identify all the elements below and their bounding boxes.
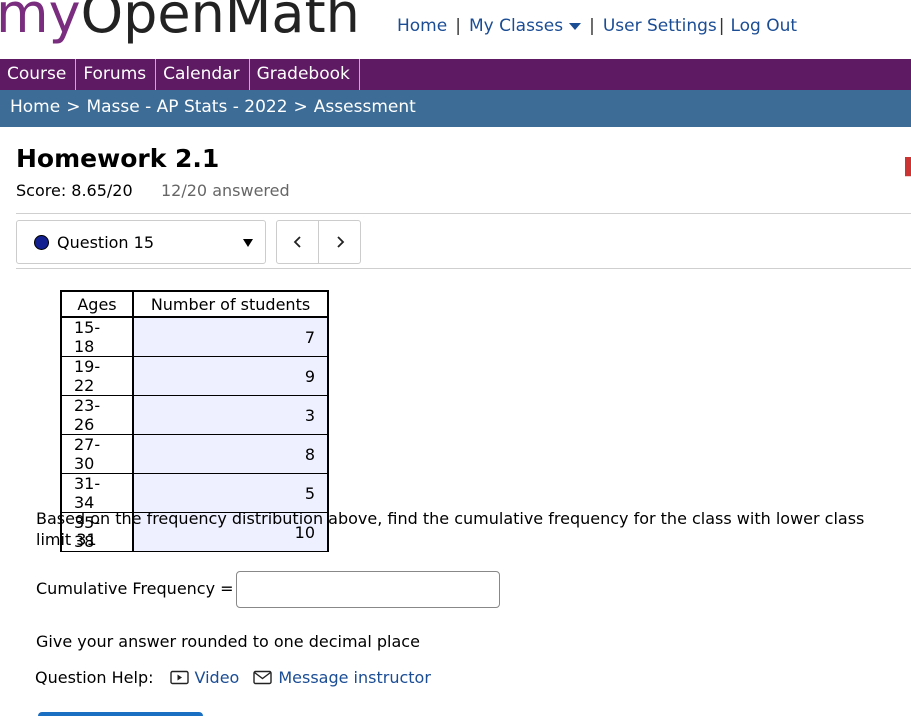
count-cell: 7 [132,316,329,357]
table-row: 31-34 5 [60,473,329,513]
age-cell: 27-30 [60,434,134,474]
breadcrumb-course[interactable]: Masse - AP Stats - 2022 [86,97,287,117]
clipped-edge-text: ▌ [905,157,911,177]
nav-separator: | [589,16,595,36]
table-row: 23-26 3 [60,395,329,435]
video-icon [169,670,189,685]
chevron-down-icon[interactable] [569,22,582,30]
age-cell: 19-22 [60,356,134,396]
breadcrumb-home[interactable]: Home [10,97,60,117]
message-instructor-label: Message instructor [278,668,431,687]
nav-user-settings-link[interactable]: User Settings [603,16,717,36]
nav-separator: | [718,16,725,36]
caret-down-icon [243,239,253,247]
page-title: Homework 2.1 [16,144,220,173]
breadcrumb-separator: > [66,97,81,117]
table-row: 19-22 9 [60,356,329,396]
rounding-note: Give your answer rounded to one decimal … [36,632,420,651]
breadcrumb-current: Assessment [313,97,416,117]
divider [16,268,911,269]
column-header-ages: Ages [60,290,134,318]
tab-calendar[interactable]: Calendar [156,59,250,90]
nav-log-out-link[interactable]: Log Out [730,16,797,36]
submit-button[interactable] [38,712,203,716]
age-cell: 15-18 [60,316,134,357]
cumulative-frequency-label: Cumulative Frequency = [36,579,234,598]
top-nav: Home | My Classes | User Settings | Log … [397,16,797,36]
tab-forums[interactable]: Forums [76,59,157,90]
app-logo[interactable]: myOpenMath [0,0,360,46]
age-cell: 23-26 [60,395,134,435]
count-cell: 8 [132,434,329,474]
chevron-right-icon [336,236,344,248]
answered-count: 12/20 answered [161,181,290,200]
question-selector-label: Question 15 [57,232,155,252]
cumulative-frequency-input[interactable] [236,571,500,608]
tab-course[interactable]: Course [0,59,77,90]
score-text: Score: 8.65/20 [16,181,133,200]
question-selector[interactable]: Question 15 [16,220,266,264]
chevron-left-icon [293,236,301,248]
table-header-row: Ages Number of students [60,290,329,318]
logo-openmath: OpenMath [80,0,360,45]
breadcrumb: Home > Masse - AP Stats - 2022 > Assessment [0,90,911,127]
next-question-button[interactable] [318,220,361,264]
video-help-label: Video [194,668,240,687]
count-cell: 9 [132,356,329,396]
column-header-count: Number of students [132,290,329,318]
tab-gradebook[interactable]: Gradebook [250,59,360,90]
message-instructor-link[interactable]: Message instructor [253,668,431,687]
table-row: 27-30 8 [60,434,329,474]
question-help-label: Question Help: [35,668,154,687]
question-prompt: Based on the frequency distribution abov… [36,509,865,549]
question-help: Question Help: Video Message instructor [35,668,445,687]
course-nav-bar: Course Forums Calendar Gradebook [0,59,911,90]
count-cell: 3 [132,395,329,435]
divider [16,213,911,214]
video-help-link[interactable]: Video [169,668,240,687]
logo-my: my [0,0,81,45]
nav-my-classes-link[interactable]: My Classes [469,16,563,36]
nav-separator: | [455,16,461,36]
breadcrumb-separator: > [293,97,308,117]
nav-home-link[interactable]: Home [397,16,447,36]
status-dot-icon [34,234,49,250]
envelope-icon [253,670,273,685]
previous-question-button[interactable] [276,220,319,264]
age-cell: 31-34 [60,473,134,513]
table-row: 15-18 7 [60,316,329,357]
count-cell: 5 [132,473,329,513]
